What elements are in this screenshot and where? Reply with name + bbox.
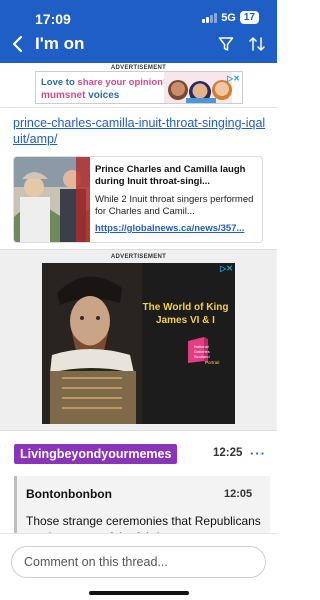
comment-input[interactable] [11,546,266,578]
ad-label: ADVERTISEMENT [110,254,167,260]
preview-url[interactable]: https://globalnews.ca/news/357... [95,223,259,234]
filter-icon[interactable] [218,36,234,52]
logo-subtext: Portrait [205,360,220,365]
post-content: prince-charles-camilla-inuit-throat-sing… [0,107,277,247]
portrait-image [42,263,142,424]
home-indicator [89,591,189,595]
preview-title: Prince Charles and Camilla laugh during … [95,164,246,187]
mumsnet-ad-banner[interactable]: Love to share your opinion? mumsnet voic… [35,71,243,104]
quote-username: Bontonbonbon [26,487,112,501]
network-type: 5G [221,11,236,24]
adchoices-icon[interactable]: ▷✕ [227,74,240,83]
ad-brand: mumsnet voices [41,90,120,101]
ad-headline: Love to share your opinion? [41,77,169,88]
link-preview-card[interactable]: Prince Charles and Camilla laugh during … [13,156,263,243]
preview-image [14,157,90,242]
comment-username[interactable]: Livingbeyondyourmemes [14,444,178,464]
back-chevron-icon[interactable] [11,35,25,53]
adchoices-icon[interactable]: ▷✕ [220,264,233,273]
article-link[interactable]: prince-charles-camilla-inuit-throat-sing… [13,115,268,147]
app-header: 17:09 5G 17 I'm on [0,0,277,63]
sort-icon[interactable] [248,35,266,53]
quote-time: 12:05 [224,488,253,500]
comment-time: 12:25 [213,447,243,459]
signal-icon [202,12,218,23]
battery-icon: 17 [239,11,259,24]
advertisement-top: ADVERTISEMENT Love to share your opinion… [0,63,277,107]
more-options-icon[interactable]: ··· [250,446,266,461]
preview-description: While 2 Inuit throat singers performed f… [95,194,254,217]
page-title: I'm on [35,34,85,53]
status-indicators: 5G 17 [202,11,259,24]
king-james-ad[interactable]: The World of King James VI & I National … [42,263,235,424]
logo-text: National Galleries Scotland [194,344,210,359]
ad-title: The World of King James VI & I [142,302,229,326]
ad-illustration [164,72,232,103]
comment-footer [0,533,277,600]
advertisement-middle: ADVERTISEMENT The World of King James VI… [0,249,277,431]
status-time: 17:09 [35,11,71,27]
